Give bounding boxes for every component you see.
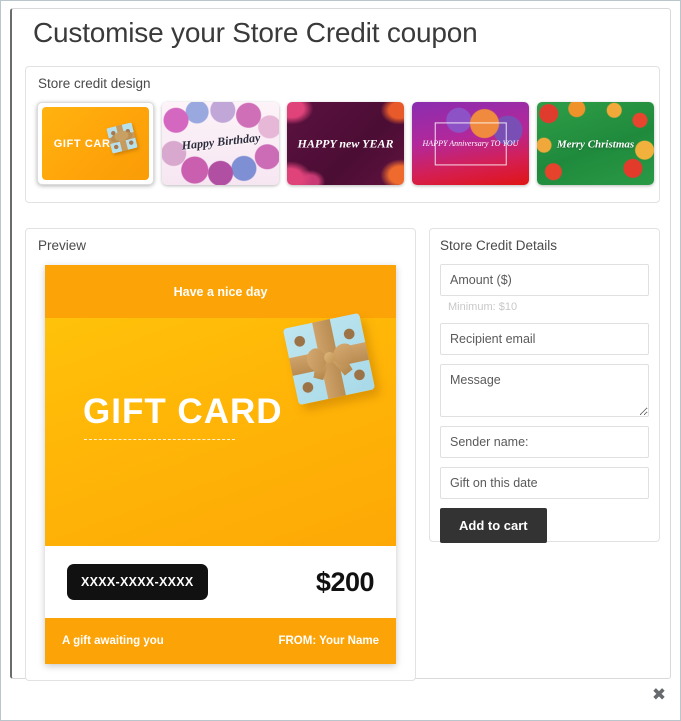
gift-box-icon <box>106 121 138 154</box>
design-thumbnail-label: Merry Christmas <box>556 138 635 151</box>
preview-panel: Preview Have a nice day GIFT CARD XXXX-X… <box>25 228 416 681</box>
gift-card-code: XXXX-XXXX-XXXX <box>67 564 208 600</box>
gift-card-header: Have a nice day <box>45 265 396 318</box>
gift-card-body: GIFT CARD <box>45 312 396 546</box>
ribbon-loop-right <box>331 341 355 367</box>
gift-card-artwork: GIFT CARD <box>42 107 149 180</box>
preview-panel-legend: Preview <box>38 238 87 253</box>
close-icon[interactable]: ✖ <box>650 686 668 704</box>
store-credit-design-panel: Store credit design GIFT CARD Happy Birt… <box>25 66 660 203</box>
design-thumbnail-label: HAPPY new YEAR <box>297 136 394 150</box>
add-to-cart-button[interactable]: Add to cart <box>440 508 547 543</box>
details-panel-legend: Store Credit Details <box>440 238 558 253</box>
gift-card-title: GIFT CARD <box>83 392 283 431</box>
gift-card-footer: A gift awaiting you FROM: Your Name <box>45 618 396 664</box>
gift-card-amount: $200 <box>315 566 375 597</box>
design-thumbnail-label: HAPPY Anniversary TO YOU <box>422 138 519 148</box>
recipient-email-input[interactable] <box>440 323 649 355</box>
gift-date-input[interactable] <box>440 467 649 499</box>
design-thumbnail-gift-card[interactable]: GIFT CARD <box>37 102 154 185</box>
design-panel-legend: Store credit design <box>38 76 151 91</box>
design-thumbnail-christmas[interactable]: Merry Christmas <box>537 102 654 185</box>
page-title: Customise your Store Credit coupon <box>33 17 478 48</box>
design-thumbnail-new-year[interactable]: HAPPY new YEAR <box>287 102 404 185</box>
store-credit-details-panel: Store Credit Details Minimum: $10 Add to… <box>429 228 660 543</box>
message-textarea[interactable] <box>440 364 649 417</box>
amount-input[interactable] <box>440 264 649 296</box>
amount-minimum-hint: Minimum: $10 <box>448 301 518 313</box>
leaves-icon: HAPPY new YEAR <box>287 102 404 185</box>
design-thumbnail-row: GIFT CARD Happy Birthday HAPPY new YEAR <box>37 102 654 185</box>
ribbon-bow-icon <box>113 129 130 143</box>
page-frame: Customise your Store Credit coupon Store… <box>0 0 681 721</box>
gift-card-preview: Have a nice day GIFT CARD XXXX-XXXX-XXXX <box>45 265 396 664</box>
gift-card-footer-sender: FROM: Your Name <box>278 635 379 647</box>
balloons-bunting-icon: HAPPY Anniversary TO YOU <box>412 102 529 185</box>
christmas-ornaments-icon: Merry Christmas <box>537 102 654 185</box>
gift-card-code-row: XXXX-XXXX-XXXX $200 <box>45 546 396 618</box>
balloons-icon: Happy Birthday <box>162 102 279 185</box>
gift-card-footer-message: A gift awaiting you <box>62 635 164 647</box>
sender-name-input[interactable] <box>440 426 649 458</box>
design-thumbnail-anniversary[interactable]: HAPPY Anniversary TO YOU <box>412 102 529 185</box>
gift-card-divider <box>84 439 235 440</box>
design-thumbnail-label: Happy Birthday <box>180 130 261 153</box>
store-credit-modal: Customise your Store Credit coupon Store… <box>10 8 671 681</box>
design-thumbnail-birthday[interactable]: Happy Birthday <box>162 102 279 185</box>
